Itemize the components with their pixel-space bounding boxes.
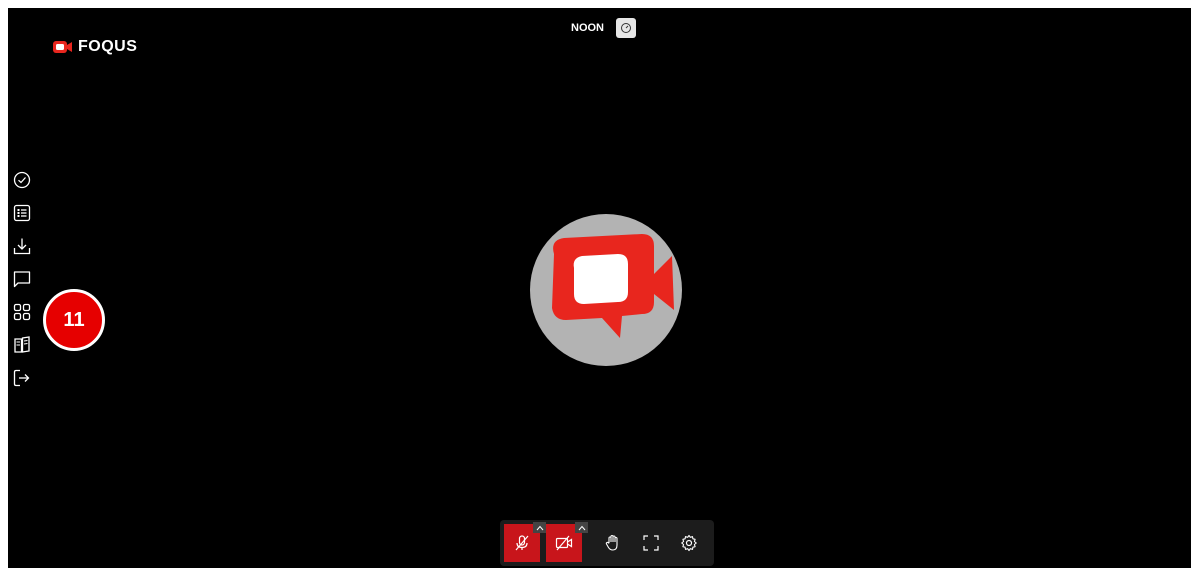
foqus-logo-icon (53, 41, 72, 53)
chat-icon (13, 271, 31, 288)
check-circle-icon (13, 171, 31, 189)
settings-button[interactable] (674, 524, 704, 562)
mic-toggle-button[interactable] (504, 522, 546, 562)
logo-text: FOQUS (78, 38, 138, 55)
sidebar-item-leave[interactable] (12, 368, 32, 388)
speedometer-icon (621, 23, 631, 33)
room-bar: NOON (571, 18, 636, 38)
meeting-stage: FOQUS NOON 11 (8, 8, 1191, 568)
list-icon (13, 204, 31, 222)
step-number-badge: 11 (43, 289, 105, 351)
speed-test-button[interactable] (616, 18, 636, 38)
camera-off-icon (555, 535, 573, 551)
book-icon (14, 336, 30, 353)
exit-icon (13, 369, 30, 387)
participant-avatar (530, 214, 682, 366)
mic-off-icon (515, 535, 529, 551)
settings-gear-icon (681, 534, 697, 552)
app-logo: FOQUS (52, 38, 137, 56)
download-icon (13, 238, 31, 255)
sidebar-item-grid[interactable] (12, 302, 32, 322)
raise-hand-button[interactable] (598, 524, 628, 562)
chevron-up-icon (578, 525, 585, 530)
sidebar-item-list[interactable] (12, 203, 32, 223)
mic-options-button[interactable] (533, 522, 546, 533)
sidebar-item-download[interactable] (12, 236, 32, 256)
sidebar-item-chat[interactable] (12, 269, 32, 289)
left-sidebar (12, 170, 32, 388)
room-name: NOON (571, 22, 604, 34)
grid-icon (13, 303, 31, 321)
foqus-camera-logo-icon (552, 234, 674, 338)
chevron-up-icon (536, 525, 543, 530)
camera-toggle-button[interactable] (546, 522, 588, 562)
sidebar-item-attendance[interactable] (12, 170, 32, 190)
camera-options-button[interactable] (575, 522, 588, 533)
fullscreen-button[interactable] (636, 524, 666, 562)
raise-hand-icon (605, 534, 618, 551)
meeting-controls (500, 520, 714, 566)
sidebar-item-book[interactable] (12, 335, 32, 355)
fullscreen-icon (643, 535, 659, 551)
